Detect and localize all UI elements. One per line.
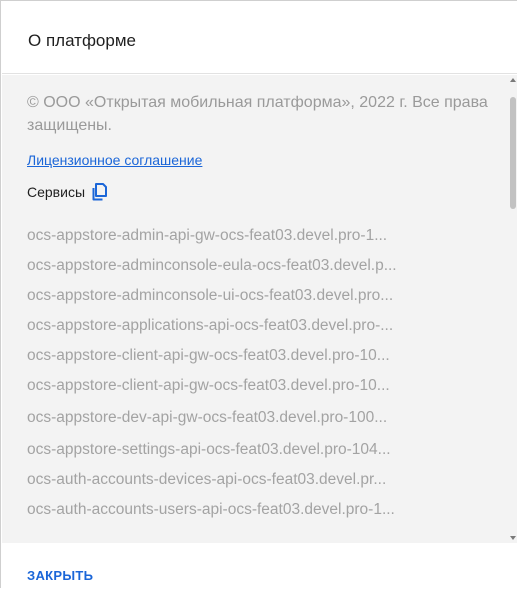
copy-icon[interactable] <box>92 183 108 201</box>
dialog-header: О платформе <box>2 2 517 74</box>
service-item: ocs-appstore-applications-api-ocs-feat03… <box>27 317 394 334</box>
service-item: ocs-appstore-client-api-gw-ocs-feat03.de… <box>27 347 390 364</box>
license-agreement-link[interactable]: Лицензионное соглашение <box>27 152 202 168</box>
service-item: ocs-appstore-adminconsole-ui-ocs-feat03.… <box>27 287 394 304</box>
body-scrollbar[interactable] <box>508 75 517 543</box>
dialog-footer: ЗАКРЫТЬ <box>2 543 517 589</box>
service-item: ocs-appstore-adminconsole-eula-ocs-feat0… <box>27 257 397 274</box>
scroll-thumb[interactable] <box>510 97 516 209</box>
service-item: ocs-auth-accounts-users-api-ocs-feat03.d… <box>27 501 395 518</box>
about-platform-dialog: О платформе © ООО «Открытая мобильная пл… <box>0 0 517 589</box>
scroll-down-arrow-icon[interactable] <box>510 536 516 540</box>
dialog-title: О платформе <box>28 31 136 50</box>
services-label: Сервисы <box>27 184 86 200</box>
service-item: ocs-appstore-client-api-gw-ocs-feat03.de… <box>27 377 390 394</box>
dialog-body[interactable]: © ООО «Открытая мобильная платформа», 20… <box>2 75 508 543</box>
scroll-up-arrow-icon[interactable] <box>510 78 516 82</box>
service-item: ocs-appstore-dev-api-gw-ocs-feat03.devel… <box>27 409 388 426</box>
copyright-text: © ООО «Открытая мобильная платформа», 20… <box>27 94 488 134</box>
close-button[interactable]: ЗАКРЫТЬ <box>27 568 93 583</box>
service-item: ocs-auth-accounts-devices-api-ocs-feat03… <box>27 471 387 488</box>
service-item: ocs-appstore-admin-api-gw-ocs-feat03.dev… <box>27 227 388 244</box>
services-list: ocs-appstore-admin-api-gw-ocs-feat03.dev… <box>27 221 492 525</box>
services-header: Сервисы <box>27 182 108 202</box>
service-item: ocs-appstore-settings-api-ocs-feat03.dev… <box>27 441 391 458</box>
